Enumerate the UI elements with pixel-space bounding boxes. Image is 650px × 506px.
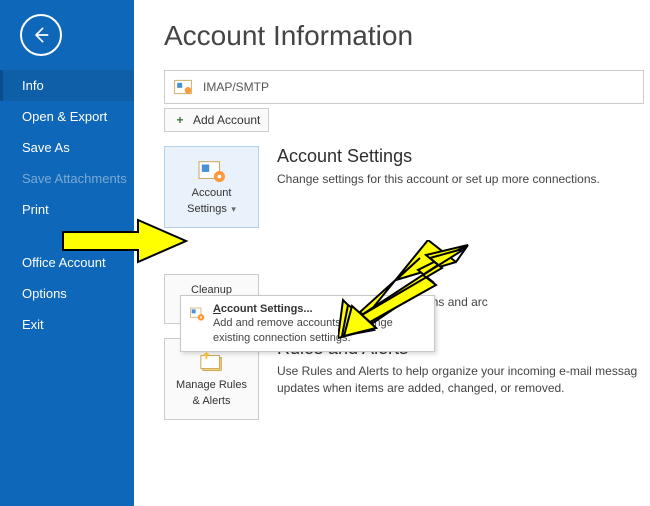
back-button[interactable] bbox=[20, 14, 62, 56]
account-selector[interactable]: IMAP/SMTP bbox=[164, 70, 644, 104]
sidebar-item-info[interactable]: Info bbox=[0, 70, 134, 101]
sidebar-item-open-export[interactable]: Open & Export bbox=[0, 101, 134, 132]
rules-alerts-icon bbox=[197, 350, 227, 376]
page-title: Account Information bbox=[164, 20, 650, 52]
account-settings-icon bbox=[197, 158, 227, 184]
rules-alerts-desc: Use Rules and Alerts to help organize yo… bbox=[277, 363, 650, 397]
plus-icon: + bbox=[173, 113, 187, 127]
account-icon bbox=[173, 77, 193, 97]
arrow-left-icon bbox=[31, 25, 51, 45]
account-settings-small-icon bbox=[189, 302, 205, 326]
add-account-button[interactable]: + Add Account bbox=[164, 108, 269, 132]
manage-rules-btn-line2: & Alerts bbox=[193, 395, 231, 408]
dropdown-title-text: ccount Settings... bbox=[221, 303, 313, 315]
sidebar-item-options[interactable]: Options bbox=[0, 278, 134, 309]
chevron-down-icon: ▾ bbox=[229, 204, 236, 214]
sidebar-item-exit[interactable]: Exit bbox=[0, 309, 134, 340]
account-settings-desc: Change settings for this account or set … bbox=[277, 171, 650, 188]
sidebar-item-save-as[interactable]: Save As bbox=[0, 132, 134, 163]
annotation-arrow-2 bbox=[338, 240, 478, 340]
sidebar-item-save-attachments: Save Attachments bbox=[0, 163, 134, 194]
manage-rules-btn-line1: Manage Rules bbox=[176, 379, 247, 392]
account-type-label: IMAP/SMTP bbox=[203, 80, 269, 94]
account-settings-title: Account Settings bbox=[277, 146, 650, 167]
add-account-label: Add Account bbox=[193, 113, 260, 127]
account-settings-btn-line2: Settings bbox=[187, 203, 227, 215]
account-settings-btn-line1: Account bbox=[192, 187, 232, 200]
annotation-arrow-1 bbox=[58, 215, 193, 267]
